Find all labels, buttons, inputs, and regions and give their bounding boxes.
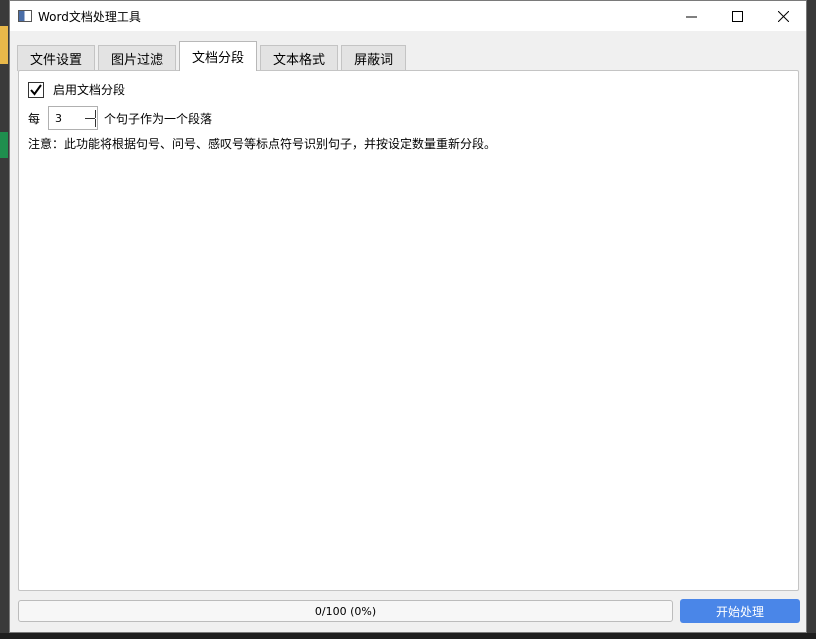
- enable-segmentation-label[interactable]: 启用文档分段: [53, 81, 125, 98]
- per-label: 每: [28, 111, 41, 126]
- sentence-count-value[interactable]: 3: [55, 112, 62, 125]
- minimize-button[interactable]: [668, 1, 714, 31]
- desktop-folder-icon: [0, 26, 8, 64]
- maximize-icon: [731, 10, 743, 22]
- sentences-suffix-label: 个句子作为一个段落: [104, 111, 213, 126]
- window-controls: [668, 1, 806, 31]
- enable-segmentation-checkbox[interactable]: [28, 81, 44, 98]
- progress-bar: 0/100 (0%): [18, 600, 673, 622]
- minimize-icon: [685, 16, 697, 17]
- tab-file-settings[interactable]: 文件设置: [17, 45, 96, 71]
- tab-image-filter[interactable]: 图片过滤: [98, 45, 177, 71]
- tab-document-segmentation[interactable]: 文档分段: [179, 41, 258, 71]
- progress-text: 0/100 (0%): [314, 604, 377, 618]
- tab-blocked-words[interactable]: 屏蔽词: [341, 45, 407, 71]
- close-icon: [777, 10, 789, 22]
- checkmark-icon: [30, 83, 42, 96]
- window-title: Word文档处理工具: [38, 9, 141, 24]
- tab-bar: 文件设置 图片过滤 文档分段 文本格式 屏蔽词: [17, 41, 409, 71]
- tab-text-format[interactable]: 文本格式: [260, 45, 339, 71]
- desktop-taskbar-edge: [0, 633, 816, 639]
- start-processing-button[interactable]: 开始处理: [680, 599, 800, 623]
- app-icon: [18, 10, 32, 22]
- segmentation-panel: 启用文档分段 每 3 个句子作为一个段落 注意：此功能将根据句号、问号、感叹号等…: [18, 70, 799, 591]
- sentence-count-spinbox[interactable]: 3: [48, 106, 99, 130]
- title-bar[interactable]: Word文档处理工具: [10, 1, 806, 31]
- sentence-count-row: 每 3 个句子作为一个段落: [28, 106, 212, 130]
- segmentation-note: 注意：此功能将根据句号、问号、感叹号等标点符号识别句子，并按设定数量重新分段。: [28, 137, 497, 151]
- desktop-app-icon: [0, 132, 8, 158]
- enable-segmentation-row: 启用文档分段: [28, 81, 125, 98]
- spin-arrows-icon[interactable]: [83, 107, 97, 129]
- app-window: Word文档处理工具 文件设置 图片过滤 文档分段 文本格式 屏蔽词 启用文档分…: [9, 0, 807, 633]
- close-button[interactable]: [760, 1, 806, 31]
- desktop-background-right: [806, 0, 816, 639]
- maximize-button[interactable]: [714, 1, 760, 31]
